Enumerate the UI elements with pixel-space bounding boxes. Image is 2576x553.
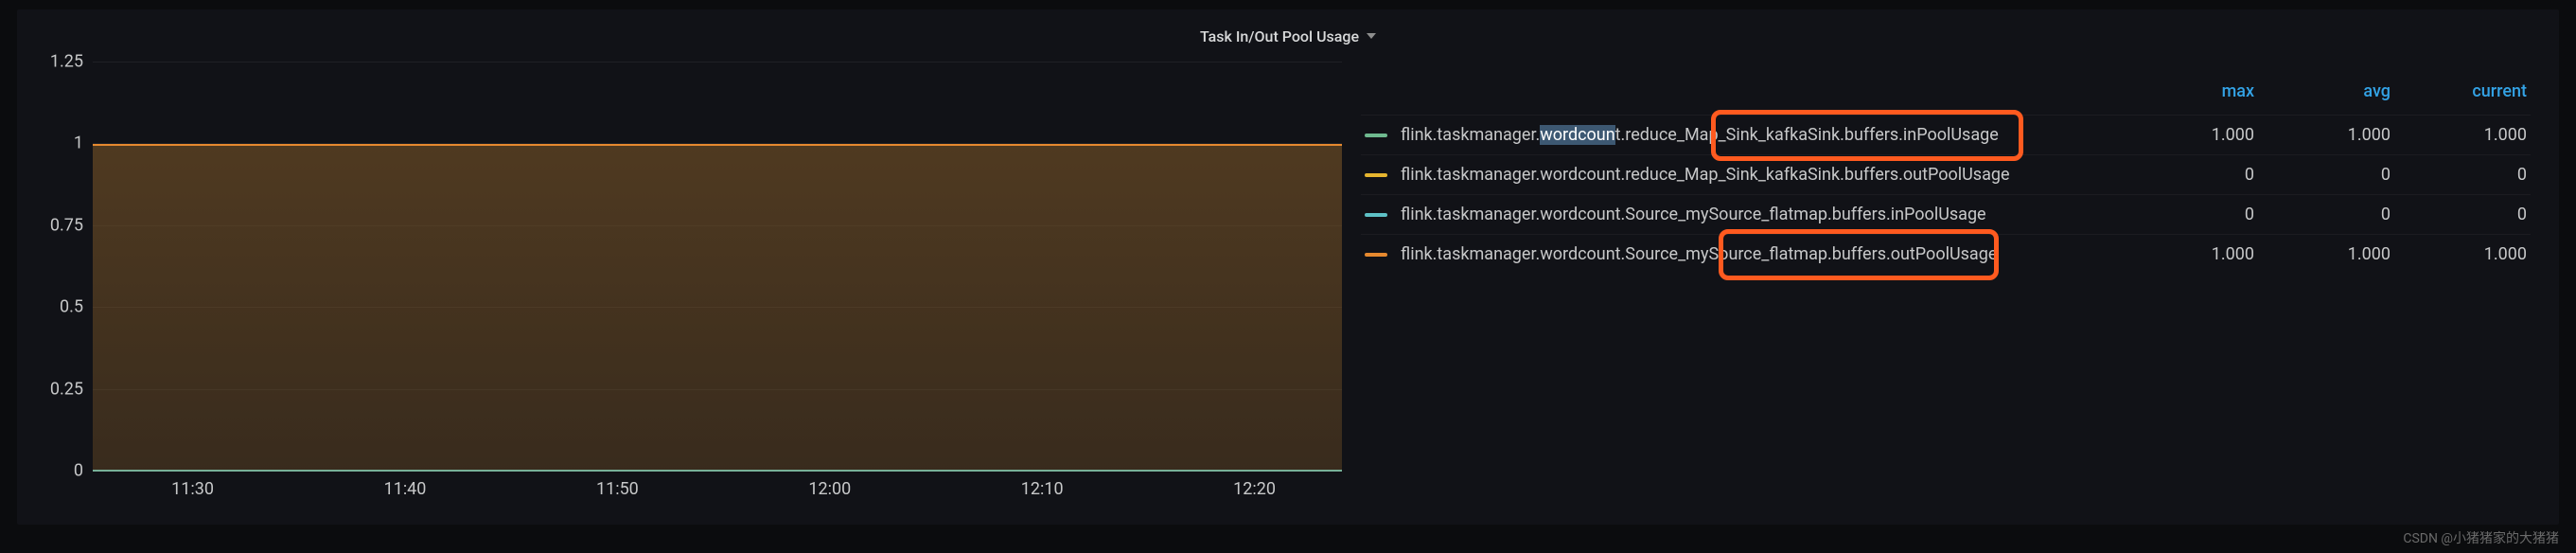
legend: max avg current flink.taskmanager.wordco… xyxy=(1361,62,2540,506)
x-tick: 11:40 xyxy=(384,479,427,499)
color-swatch-icon xyxy=(1365,173,1387,177)
y-tick: 0.25 xyxy=(36,379,83,399)
series-name: flink.taskmanager.wordcount.reduce_Map_S… xyxy=(1401,125,2118,145)
val-max: 1.000 xyxy=(2169,125,2254,145)
series-name: flink.taskmanager.wordcount.Source_mySou… xyxy=(1401,244,2118,264)
val-max: 1.000 xyxy=(2169,244,2254,264)
legend-item[interactable]: flink.taskmanager.wordcount.Source_mySou… xyxy=(1361,194,2531,234)
panel: Task In/Out Pool Usage 0 0.25 0.5 0.75 1… xyxy=(17,9,2559,525)
val-current: 0 xyxy=(2442,205,2527,224)
x-tick: 11:30 xyxy=(171,479,214,499)
val-avg: 1.000 xyxy=(2305,244,2391,264)
col-current[interactable]: current xyxy=(2442,81,2527,101)
x-axis: 11:30 11:40 11:50 12:00 12:10 12:20 xyxy=(93,472,1342,506)
val-avg: 0 xyxy=(2305,205,2391,224)
color-swatch-icon xyxy=(1365,213,1387,217)
x-tick: 11:50 xyxy=(596,479,639,499)
val-current: 1.000 xyxy=(2442,244,2527,264)
y-tick: 0.5 xyxy=(36,297,83,317)
chevron-down-icon xyxy=(1367,33,1376,39)
val-max: 0 xyxy=(2169,165,2254,185)
panel-title: Task In/Out Pool Usage xyxy=(1200,27,1359,45)
y-tick: 0 xyxy=(36,461,83,481)
legend-header: max avg current xyxy=(1361,81,2531,101)
chart-area[interactable]: 0 0.25 0.5 0.75 1 1.25 11:30 11:40 11:50… xyxy=(36,62,1342,506)
val-avg: 1.000 xyxy=(2305,125,2391,145)
y-tick: 1 xyxy=(36,134,83,153)
x-tick: 12:10 xyxy=(1021,479,1064,499)
y-tick: 0.75 xyxy=(36,215,83,235)
val-current: 0 xyxy=(2442,165,2527,185)
x-tick: 12:20 xyxy=(1233,479,1276,499)
col-max[interactable]: max xyxy=(2169,81,2254,101)
val-avg: 0 xyxy=(2305,165,2391,185)
plot: 0 0.25 0.5 0.75 1 1.25 xyxy=(93,62,1342,472)
color-swatch-icon xyxy=(1365,134,1387,137)
series-name: flink.taskmanager.wordcount.Source_mySou… xyxy=(1401,205,2118,224)
x-tick: 12:00 xyxy=(808,479,851,499)
col-avg[interactable]: avg xyxy=(2305,81,2391,101)
legend-item[interactable]: flink.taskmanager.wordcount.reduce_Map_S… xyxy=(1361,154,2531,194)
panel-body: 0 0.25 0.5 0.75 1 1.25 11:30 11:40 11:50… xyxy=(17,62,2559,525)
series-name: flink.taskmanager.wordcount.reduce_Map_S… xyxy=(1401,165,2118,185)
legend-item[interactable]: flink.taskmanager.wordcount.Source_mySou… xyxy=(1361,234,2531,274)
watermark: CSDN @小猪猪家的大猪猪 xyxy=(2403,528,2559,547)
val-current: 1.000 xyxy=(2442,125,2527,145)
color-swatch-icon xyxy=(1365,253,1387,257)
panel-header[interactable]: Task In/Out Pool Usage xyxy=(17,9,2559,62)
y-tick: 1.25 xyxy=(36,52,83,72)
series-fill xyxy=(93,144,1342,472)
val-max: 0 xyxy=(2169,205,2254,224)
legend-item[interactable]: flink.taskmanager.wordcount.reduce_Map_S… xyxy=(1361,115,2531,154)
